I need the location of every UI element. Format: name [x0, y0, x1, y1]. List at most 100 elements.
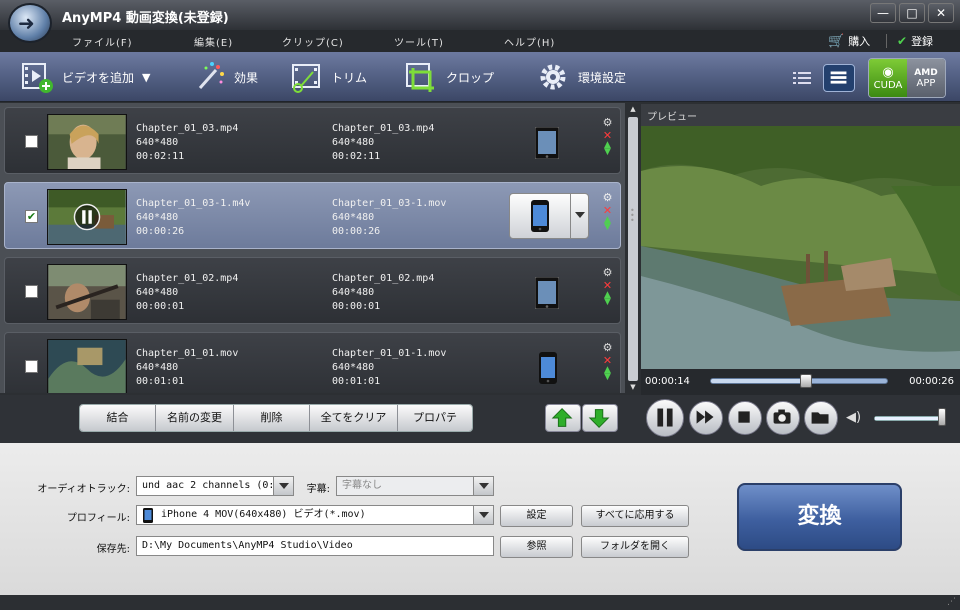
source-duration: 00:00:26	[136, 226, 185, 237]
app-window: AnyMP4 動画変換(未登録) — □ ✕ ➜ ファイル(F) 編集(E) ク…	[0, 0, 960, 610]
file-row[interactable]: Chapter_01_01.mov 640*480 00:01:01 Chapt…	[4, 332, 621, 393]
preferences-button[interactable]: 環境設定	[536, 60, 626, 94]
scrollbar-thumb[interactable]	[628, 117, 638, 381]
profile-device-dropdown[interactable]	[509, 193, 589, 239]
maximize-button[interactable]: □	[899, 3, 925, 23]
fast-forward-button[interactable]	[689, 401, 723, 435]
buy-link[interactable]: 🛒 購入	[828, 33, 870, 49]
add-video-label: ビデオを追加	[62, 70, 135, 85]
chevron-down-icon[interactable]	[570, 194, 588, 238]
output-resolution: 640*480	[332, 287, 375, 298]
output-info: Chapter_01_03.mp4 640*480 00:02:11	[332, 122, 434, 164]
settings-button[interactable]: 設定	[500, 505, 573, 527]
merge-button[interactable]: 結合	[80, 405, 156, 431]
player-controls: ◀)	[640, 395, 960, 443]
source-resolution: 640*480	[136, 212, 179, 223]
splitter-handle-icon[interactable]: • • •	[630, 207, 635, 226]
file-checkbox[interactable]	[25, 135, 38, 148]
iphone-icon[interactable]	[539, 352, 557, 384]
arrow-up-icon	[551, 408, 573, 427]
chevron-down-icon[interactable]	[273, 477, 293, 495]
gear-icon[interactable]: ⚙	[601, 266, 614, 279]
menu-clip[interactable]: クリップ(C)	[282, 34, 344, 49]
move-up-button[interactable]	[545, 404, 581, 432]
menu-edit[interactable]: 編集(E)	[194, 34, 233, 49]
stop-button[interactable]	[728, 401, 762, 435]
snapshot-button[interactable]	[766, 401, 800, 435]
gear-icon	[540, 64, 566, 90]
chevron-down-icon[interactable]	[473, 477, 493, 495]
file-row[interactable]: ✔ Chapter_01_03-1.m4v 640*480 00:00:26 C…	[4, 182, 621, 249]
menu-file[interactable]: ファイル(F)	[72, 34, 133, 49]
file-row[interactable]: Chapter_01_03.mp4 640*480 00:02:11 Chapt…	[4, 107, 621, 174]
subtitle-select[interactable]: 字幕なし	[336, 476, 494, 496]
chevron-down-icon[interactable]	[473, 506, 493, 524]
browse-button[interactable]: 参照	[500, 536, 573, 558]
output-info: Chapter_01_01-1.mov 640*480 00:01:01	[332, 347, 446, 389]
trim-button[interactable]: トリム	[289, 60, 367, 94]
scroll-up-icon[interactable]: ▲	[628, 105, 638, 115]
subtitle-value: 字幕なし	[342, 480, 382, 491]
open-snapshot-folder-button[interactable]	[804, 401, 838, 435]
crop-button[interactable]: クロップ	[404, 60, 494, 94]
nvidia-eye-icon: ◉	[882, 65, 894, 80]
move-up-down-icon[interactable]: ▲ ▼	[601, 141, 614, 157]
list-view-button[interactable]	[786, 64, 818, 92]
file-checkbox[interactable]	[25, 360, 38, 373]
gear-icon[interactable]: ⚙	[601, 341, 614, 354]
status-bar: ⋰	[0, 595, 960, 610]
rename-button[interactable]: 名前の変更	[156, 405, 234, 431]
audio-track-select[interactable]: und aac 2 channels (0:	[136, 476, 294, 496]
open-folder-button[interactable]: フォルダを開く	[581, 536, 689, 558]
file-checkbox[interactable]: ✔	[25, 210, 38, 223]
move-down-button[interactable]	[582, 404, 618, 432]
menu-tools[interactable]: ツール(T)	[394, 34, 444, 49]
row-actions: ⚙ ✕ ▲ ▼	[601, 341, 615, 382]
total-time: 00:00:26	[909, 376, 954, 387]
output-filename[interactable]: Chapter_01_03-1.mov	[332, 197, 446, 211]
gear-icon[interactable]: ⚙	[601, 191, 614, 204]
menu-bar: ファイル(F) 編集(E) クリップ(C) ツール(T) ヘルプ(H) 🛒 購入…	[0, 30, 960, 52]
close-button[interactable]: ✕	[928, 3, 954, 23]
detail-view-button[interactable]	[823, 64, 855, 92]
move-up-down-icon[interactable]: ▲ ▼	[601, 291, 614, 307]
menu-help[interactable]: ヘルプ(H)	[504, 34, 555, 49]
file-list-scrollbar[interactable]: ▲ ▼	[627, 105, 639, 393]
add-video-button[interactable]: ビデオを追加 ▼	[20, 60, 150, 94]
resize-grip-icon[interactable]: ⋰	[947, 597, 956, 607]
register-link[interactable]: ✔ 登録	[897, 33, 933, 49]
scroll-down-icon[interactable]: ▼	[628, 383, 638, 393]
convert-button[interactable]: 変換	[737, 483, 902, 551]
volume-handle[interactable]	[938, 408, 946, 426]
source-resolution: 640*480	[136, 137, 179, 148]
output-filename[interactable]: Chapter_01_01-1.mov	[332, 347, 446, 361]
output-filename[interactable]: Chapter_01_03.mp4	[332, 122, 434, 136]
row-actions: ⚙ ✕ ▲ ▼	[601, 116, 615, 157]
output-resolution: 640*480	[332, 137, 375, 148]
minimize-button[interactable]: —	[870, 3, 896, 23]
move-up-down-icon[interactable]: ▲ ▼	[601, 366, 614, 382]
save-path-input[interactable]: D:\My Documents\AnyMP4 Studio\Video	[136, 536, 494, 556]
volume-icon[interactable]: ◀)	[846, 410, 861, 425]
clear-all-button[interactable]: 全てをクリア	[310, 405, 398, 431]
file-checkbox[interactable]	[25, 285, 38, 298]
seek-handle[interactable]	[800, 374, 813, 388]
ipad-icon[interactable]	[535, 277, 559, 309]
pause-button[interactable]	[646, 399, 684, 437]
file-row[interactable]: Chapter_01_02.mp4 640*480 00:00:01 Chapt…	[4, 257, 621, 324]
move-up-down-icon[interactable]: ▲ ▼	[601, 216, 614, 232]
volume-slider[interactable]	[874, 416, 945, 421]
chevron-down-icon[interactable]: ▼	[142, 71, 150, 84]
effects-button[interactable]: 効果	[192, 60, 258, 94]
properties-button[interactable]: プロパティ	[398, 405, 472, 431]
seek-bar[interactable]	[710, 378, 888, 384]
delete-button[interactable]: 削除	[234, 405, 310, 431]
gpu-acceleration-badge[interactable]: ◉ CUDA AMD APP	[868, 58, 946, 98]
gear-icon[interactable]: ⚙	[601, 116, 614, 129]
profile-select[interactable]: iPhone 4 MOV(640x480) ビデオ(*.mov)	[136, 505, 494, 525]
row-actions: ⚙ ✕ ▲ ▼	[601, 266, 615, 307]
apply-to-all-button[interactable]: すべてに応用する	[581, 505, 689, 527]
output-filename[interactable]: Chapter_01_02.mp4	[332, 272, 434, 286]
ipad-icon[interactable]	[535, 127, 559, 159]
menu-divider	[886, 34, 887, 48]
